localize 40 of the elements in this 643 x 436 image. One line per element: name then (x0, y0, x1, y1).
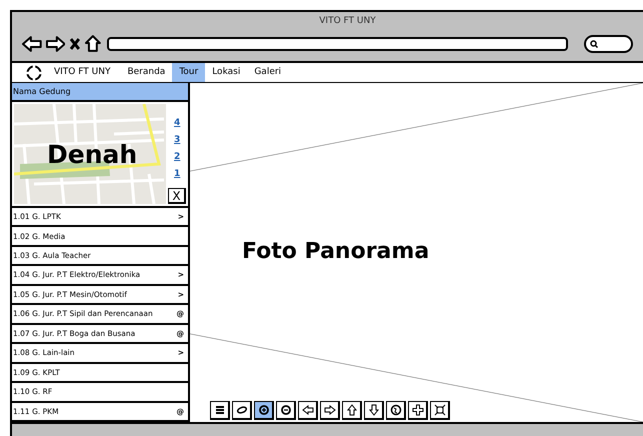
close-button[interactable]: X (168, 188, 186, 204)
left-arrow-icon (300, 403, 314, 417)
toolbar-button[interactable] (232, 401, 252, 420)
sidebar-header: Nama Gedung (12, 83, 188, 102)
down-arrow-icon (366, 403, 380, 417)
level-link[interactable]: 4 (174, 116, 180, 130)
zoom-in-icon (256, 403, 270, 417)
level-link[interactable]: 3 (174, 133, 180, 147)
right-arrow-icon (322, 403, 336, 417)
toolbar-button[interactable] (342, 401, 362, 420)
back-icon[interactable] (22, 36, 42, 52)
search-field[interactable] (584, 34, 633, 52)
brand-label: VITO FT UNY (54, 66, 110, 79)
forward-icon[interactable] (46, 36, 66, 52)
nav-tab[interactable]: Lokasi (205, 63, 248, 82)
nav-tab[interactable]: Galeri (247, 63, 288, 82)
level-link[interactable]: 2 (174, 150, 180, 164)
nav-tab[interactable]: Tour (172, 63, 206, 82)
window-title: VITO FT UNY (318, 15, 377, 28)
address-field[interactable] (106, 36, 568, 50)
toolbar-button[interactable] (210, 401, 230, 420)
home-icon[interactable] (85, 35, 101, 52)
toolbar-button[interactable] (254, 401, 274, 420)
panorama-label: Foto Panorama (242, 238, 430, 266)
map-label: Denah (47, 139, 138, 171)
search-icon (590, 40, 598, 48)
zoom-out-icon (278, 403, 292, 417)
close-icon[interactable] (69, 36, 82, 50)
plus-arrow-icon (410, 403, 424, 417)
nav-tab[interactable]: Beranda (120, 63, 172, 82)
up-arrow-icon (344, 403, 358, 417)
toolbar-button[interactable] (276, 401, 296, 420)
toolbar-button[interactable] (386, 401, 406, 420)
toolbar-button[interactable] (430, 401, 450, 420)
toolbar-button[interactable] (320, 401, 340, 420)
toolbar-button[interactable] (408, 401, 428, 420)
level-link[interactable]: 1 (174, 167, 180, 181)
toolbar-button[interactable] (364, 401, 384, 420)
toolbar-button[interactable] (298, 401, 318, 420)
expand-icon (432, 403, 446, 417)
